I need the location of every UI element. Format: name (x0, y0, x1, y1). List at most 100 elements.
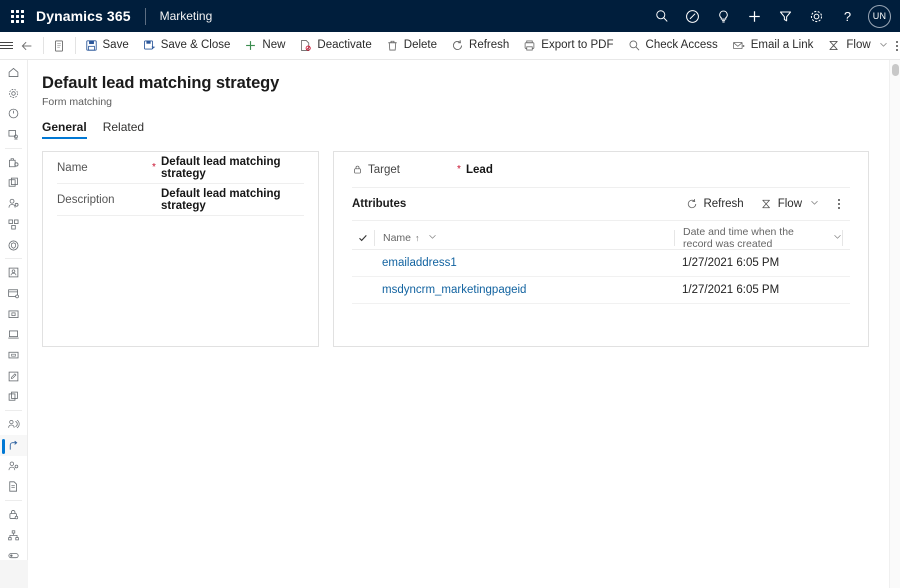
main-content: Default lead matching strategy Form matc… (28, 60, 889, 588)
name-field-label: Name (57, 161, 88, 174)
sidebar-item-form[interactable] (0, 283, 27, 304)
sidebar-item-page[interactable] (0, 304, 27, 325)
target-required-indicator: * (457, 164, 461, 175)
column-header-name[interactable]: Name ↑ (374, 230, 674, 246)
name-field-value: Default lead matching strategy (161, 155, 281, 180)
chevron-down-icon (879, 40, 888, 52)
rail-divider-1 (5, 147, 22, 149)
sidebar-item-customer-journey[interactable] (0, 414, 27, 435)
column-header-created-on[interactable]: Date and time when the record was create… (674, 226, 842, 250)
sidebar-item-home[interactable] (0, 62, 27, 83)
sidebar-item-monitor[interactable] (0, 345, 27, 366)
card-padding (57, 216, 304, 238)
hamburger-icon[interactable] (0, 32, 13, 60)
help-icon[interactable]: ? (832, 0, 863, 32)
sidebar-item-copy[interactable] (0, 173, 27, 194)
attributes-title: Attributes (352, 198, 407, 210)
sidebar-item-settings[interactable] (0, 83, 27, 104)
deactivate-button[interactable]: Deactivate (292, 32, 378, 60)
save-and-close-button[interactable]: Save & Close (136, 32, 238, 60)
email-icon (732, 42, 745, 49)
description-field[interactable]: Description Default lead matching strate… (57, 184, 304, 216)
attributes-refresh-button[interactable]: Refresh (679, 192, 750, 216)
grid-header: Name ↑ Date and time when the record was… (352, 226, 850, 250)
export-to-pdf-button[interactable]: Export to PDF (516, 32, 620, 60)
rail-divider-4 (5, 500, 22, 501)
save-button-label: Save (102, 38, 129, 51)
attributes-flow-button[interactable]: Flow (753, 192, 826, 216)
email-a-link-label: Email a Link (750, 38, 814, 51)
general-section-card: Name * Default lead matching strategy De… (42, 151, 319, 347)
flow-icon (762, 199, 770, 209)
deactivate-icon (301, 40, 312, 51)
lightbulb-icon[interactable] (708, 0, 739, 32)
check-access-button[interactable]: Check Access (621, 32, 725, 60)
chevron-down-icon[interactable] (833, 232, 842, 244)
row-name-link[interactable]: emailaddress1 (374, 257, 674, 269)
column-header-name-label: Name (383, 232, 412, 244)
attributes-toolbar: Attributes Refresh Flow (352, 188, 850, 221)
chevron-down-icon (810, 198, 819, 210)
sidebar-item-pinned[interactable] (0, 124, 27, 145)
scrollbar-thumb[interactable] (892, 64, 899, 76)
filter-icon[interactable] (770, 0, 801, 32)
rail-divider-2 (5, 258, 22, 260)
diagnostics-icon[interactable] (677, 0, 708, 32)
app-name[interactable]: Marketing (160, 9, 213, 23)
sidebar-item-lead-matching[interactable] (0, 434, 27, 456)
sidebar-item-segments[interactable] (0, 214, 27, 235)
sidebar-item-leads[interactable] (0, 456, 27, 477)
waffle-grid-icon[interactable] (0, 0, 34, 32)
attributes-refresh-label: Refresh (703, 198, 744, 210)
chevron-down-icon[interactable] (428, 232, 437, 244)
vertical-scrollbar[interactable] (889, 60, 900, 588)
delete-button[interactable]: Delete (379, 32, 444, 60)
back-arrow-icon[interactable] (13, 32, 41, 60)
sidebar-item-duplicate[interactable] (0, 387, 27, 408)
sidebar-item-lock-settings[interactable] (0, 504, 27, 525)
brand-title[interactable]: Dynamics 365 (34, 8, 131, 24)
page-header: Default lead matching strategy Form matc… (28, 60, 889, 108)
email-a-link-button[interactable]: Email a Link (725, 32, 821, 60)
sidebar-item-hierarchy[interactable] (0, 525, 27, 546)
description-field-value: Default lead matching strategy (161, 187, 281, 212)
sidebar-item-edit[interactable] (0, 366, 27, 387)
tab-related[interactable]: Related (103, 120, 144, 139)
sidebar-item-laptop[interactable] (0, 324, 27, 345)
tab-general[interactable]: General (42, 120, 87, 139)
plus-icon[interactable] (739, 0, 770, 32)
search-icon[interactable] (646, 0, 677, 32)
target-field[interactable]: Target * Lead (352, 152, 850, 188)
delete-button-label: Delete (403, 38, 438, 51)
new-button[interactable]: New (237, 32, 292, 60)
sidebar-item-report[interactable] (0, 476, 27, 497)
trash-icon (388, 40, 397, 51)
gear-icon[interactable] (801, 0, 832, 32)
attributes-more-icon[interactable] (828, 190, 850, 218)
flow-button[interactable]: Flow (820, 32, 894, 60)
row-name-link[interactable]: msdyncrm_marketingpageid (374, 284, 674, 296)
table-row[interactable]: msdyncrm_marketingpageid 1/27/2021 6:05 … (352, 277, 850, 304)
save-button[interactable]: Save (78, 32, 136, 60)
sidebar-item-accounts[interactable] (0, 152, 27, 173)
tab-strip: General Related (28, 108, 889, 139)
table-row[interactable]: emailaddress1 1/27/2021 6:05 PM (352, 250, 850, 277)
save-and-close-label: Save & Close (160, 38, 231, 51)
status-corner (0, 560, 28, 588)
more-commands-icon[interactable] (895, 32, 900, 60)
plus-icon (246, 41, 256, 50)
avatar[interactable]: UN (868, 4, 891, 28)
sidebar-item-security[interactable] (0, 235, 27, 256)
refresh-button-label: Refresh (469, 38, 510, 51)
name-field[interactable]: Name * Default lead matching strategy (57, 152, 304, 184)
rail-divider-3 (5, 410, 22, 412)
note-icon[interactable] (45, 32, 73, 60)
select-all-checkbox[interactable] (352, 233, 374, 243)
sidebar-item-recent[interactable] (0, 103, 27, 124)
target-section-card: Target * Lead Attributes Refresh Flow Na… (333, 151, 869, 347)
refresh-button[interactable]: Refresh (444, 32, 516, 60)
save-close-icon (143, 40, 155, 50)
sidebar-rail: S (0, 60, 28, 588)
sidebar-item-contacts[interactable] (0, 193, 27, 214)
sidebar-item-card[interactable] (0, 262, 27, 283)
